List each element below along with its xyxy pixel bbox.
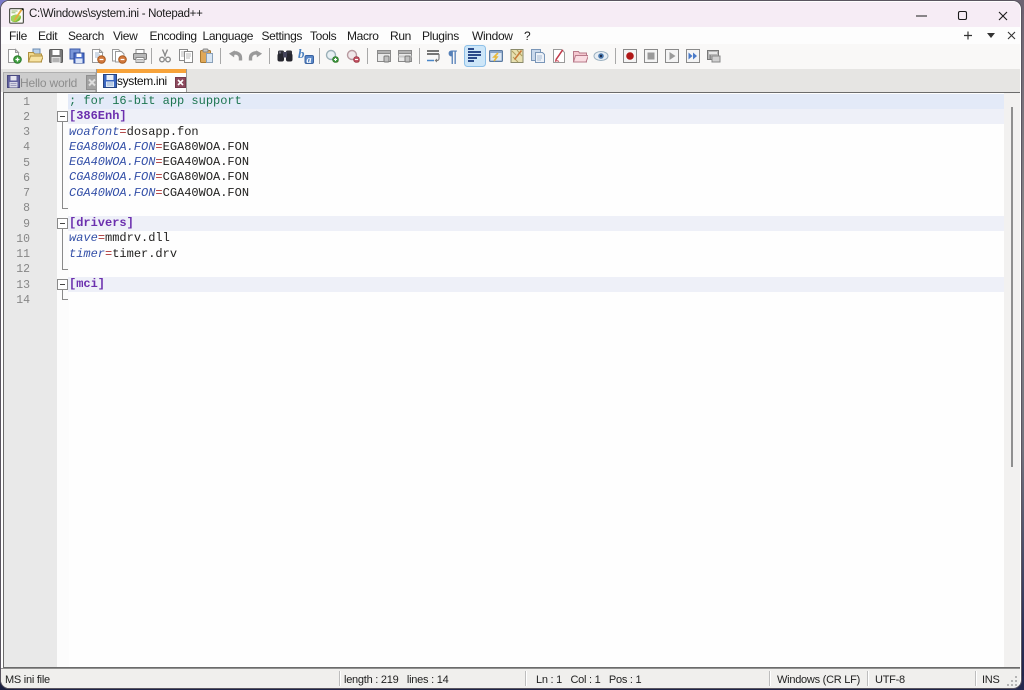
svg-text:a: a (307, 54, 312, 63)
svg-text:¶: ¶ (448, 48, 457, 64)
svg-text:b: b (298, 48, 305, 61)
